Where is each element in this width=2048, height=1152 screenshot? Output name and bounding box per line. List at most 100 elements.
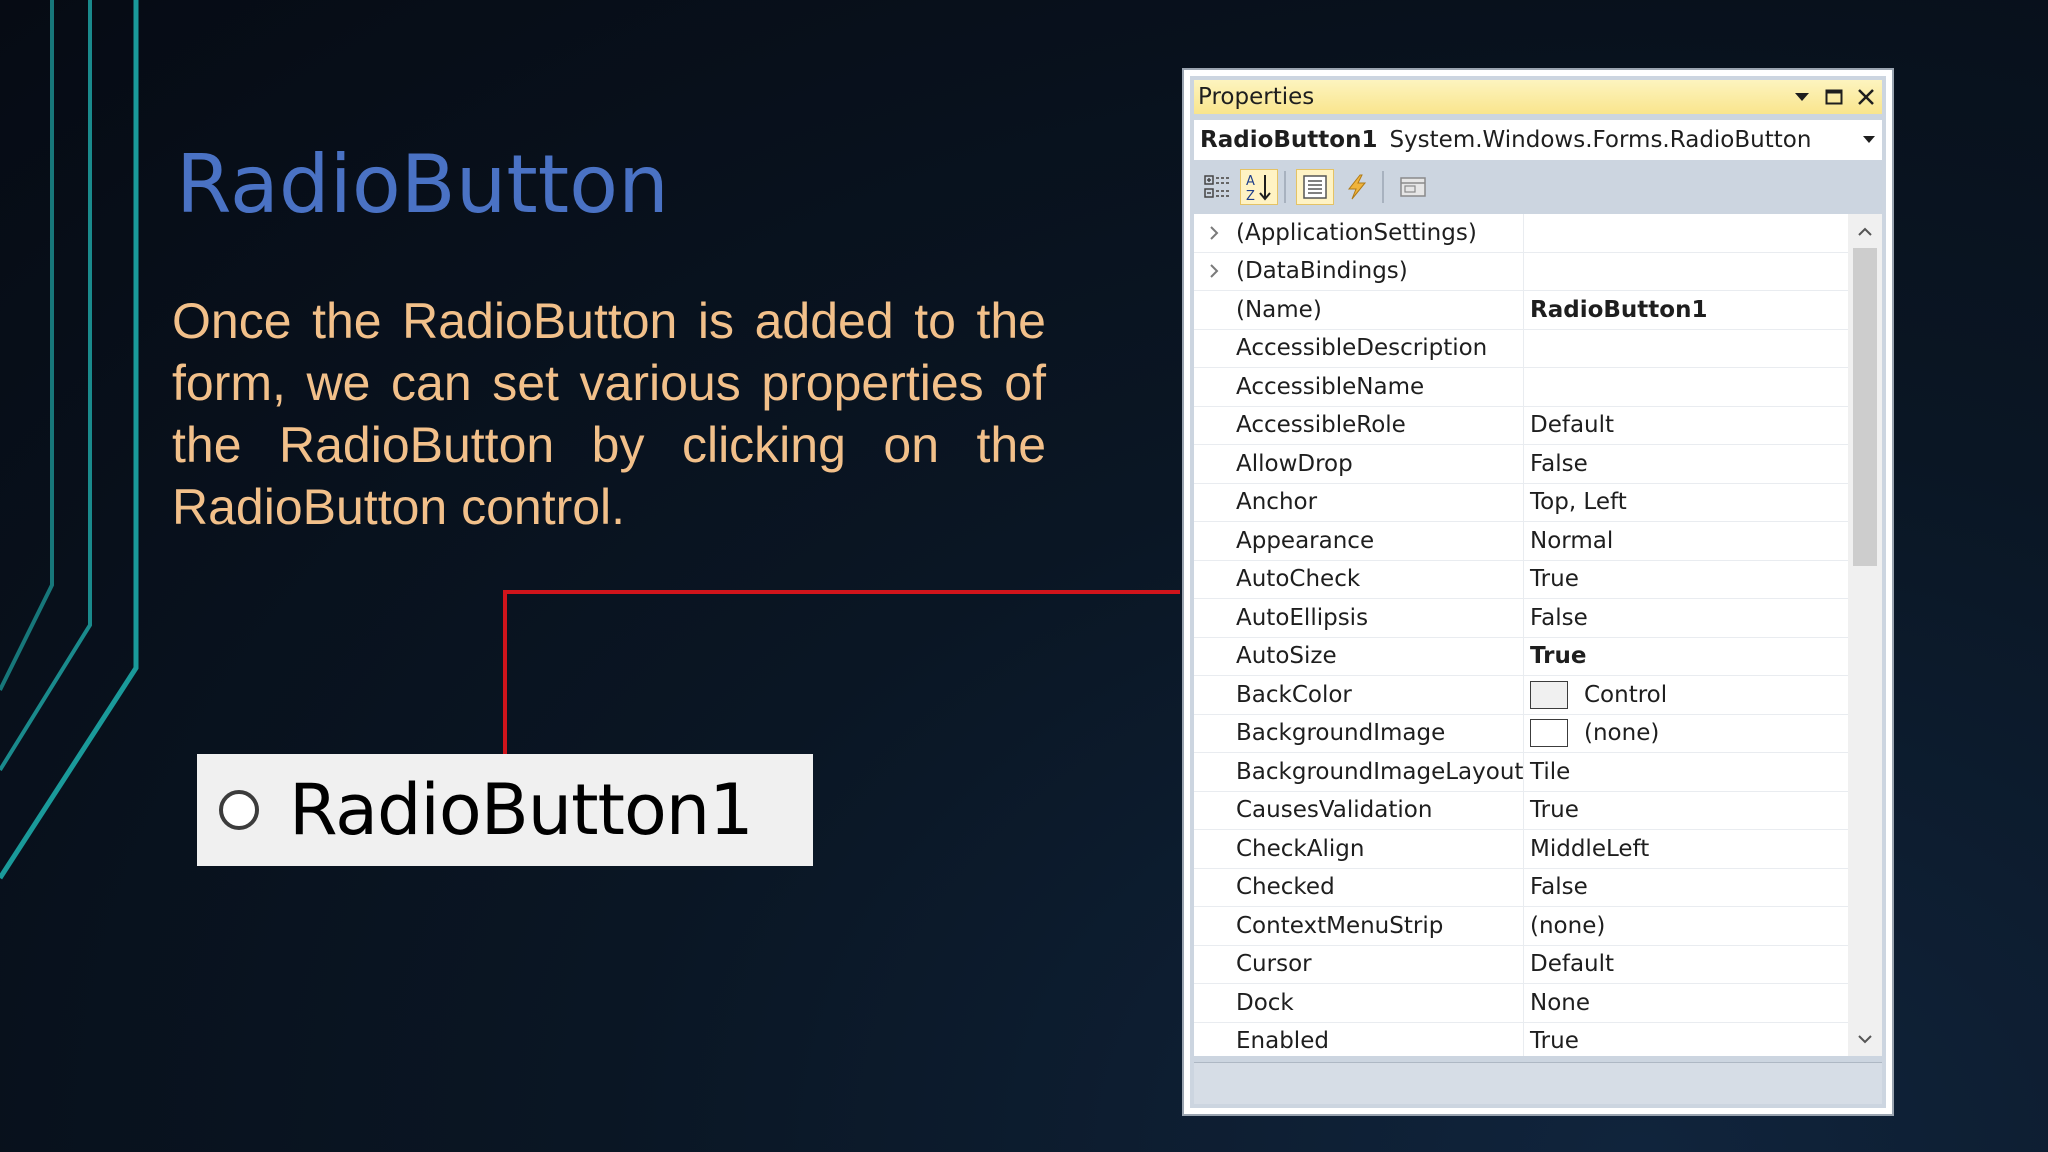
property-row[interactable]: Dock None bbox=[1194, 984, 1848, 1023]
scroll-down-icon[interactable] bbox=[1848, 1022, 1882, 1056]
property-name: AccessibleDescription bbox=[1234, 329, 1524, 367]
alphabetical-icon[interactable]: A Z bbox=[1240, 169, 1278, 205]
property-row[interactable]: CausesValidation True bbox=[1194, 791, 1848, 830]
property-value[interactable]: True bbox=[1524, 638, 1848, 676]
property-value[interactable]: Default bbox=[1524, 407, 1848, 445]
property-name: CheckAlign bbox=[1234, 830, 1524, 868]
property-value[interactable]: (none) bbox=[1524, 715, 1848, 753]
vertical-scrollbar[interactable] bbox=[1848, 214, 1882, 1056]
property-row[interactable]: BackgroundImageLayout Tile bbox=[1194, 753, 1848, 792]
property-row[interactable]: AllowDrop False bbox=[1194, 445, 1848, 484]
property-row[interactable]: CheckAlign MiddleLeft bbox=[1194, 830, 1848, 869]
radiobutton-preview[interactable]: RadioButton1 bbox=[197, 754, 813, 866]
property-value-text: MiddleLeft bbox=[1530, 835, 1650, 862]
properties-toolbar: A Z bbox=[1194, 166, 1882, 208]
properties-frame: Properties RadioButton1 System.Windows.F… bbox=[1190, 76, 1886, 1108]
property-value[interactable]: RadioButton1 bbox=[1524, 291, 1848, 329]
property-value-text: Default bbox=[1530, 412, 1615, 439]
property-grid: (ApplicationSettings) (DataBindings) (Name… bbox=[1194, 214, 1882, 1056]
color-swatch bbox=[1530, 719, 1568, 748]
property-row[interactable]: AccessibleRole Default bbox=[1194, 406, 1848, 445]
property-value[interactable]: Control bbox=[1524, 676, 1848, 714]
toolbar-separator bbox=[1284, 171, 1286, 203]
chevron-down-icon[interactable] bbox=[1856, 136, 1882, 144]
property-value-text: Normal bbox=[1530, 527, 1614, 554]
property-value[interactable] bbox=[1524, 368, 1848, 406]
property-name: ContextMenuStrip bbox=[1234, 907, 1524, 945]
property-row[interactable]: AutoSize True bbox=[1194, 637, 1848, 676]
property-value-text: False bbox=[1530, 874, 1588, 901]
property-value[interactable]: True bbox=[1524, 792, 1848, 830]
property-value[interactable]: MiddleLeft bbox=[1524, 830, 1848, 868]
property-value-text: Default bbox=[1530, 951, 1615, 978]
property-row[interactable]: AccessibleName bbox=[1194, 368, 1848, 407]
property-name: AllowDrop bbox=[1234, 445, 1524, 483]
property-value-text: True bbox=[1530, 1028, 1579, 1055]
property-value[interactable] bbox=[1524, 253, 1848, 291]
row-gutter bbox=[1194, 753, 1234, 791]
property-value[interactable] bbox=[1524, 214, 1848, 252]
property-name: AutoCheck bbox=[1234, 560, 1524, 598]
property-row[interactable]: (DataBindings) bbox=[1194, 252, 1848, 291]
property-value[interactable]: True bbox=[1524, 1023, 1848, 1057]
property-value[interactable]: False bbox=[1524, 599, 1848, 637]
property-row[interactable]: BackgroundImage (none) bbox=[1194, 714, 1848, 753]
expand-chevron-icon[interactable] bbox=[1194, 252, 1234, 290]
property-row[interactable]: AutoEllipsis False bbox=[1194, 599, 1848, 638]
row-gutter bbox=[1194, 945, 1234, 983]
property-value[interactable]: True bbox=[1524, 561, 1848, 599]
property-value-text: False bbox=[1530, 450, 1588, 477]
events-icon[interactable] bbox=[1338, 169, 1376, 205]
property-value[interactable]: False bbox=[1524, 445, 1848, 483]
property-value[interactable]: Top, Left bbox=[1524, 484, 1848, 522]
radiobutton-preview-label: RadioButton1 bbox=[289, 769, 754, 851]
radio-circle-icon[interactable] bbox=[219, 790, 259, 830]
close-icon[interactable] bbox=[1850, 81, 1882, 113]
properties-title: Properties bbox=[1198, 84, 1315, 110]
property-value-text: Control bbox=[1584, 681, 1668, 708]
property-row[interactable]: AutoCheck True bbox=[1194, 560, 1848, 599]
property-row[interactable]: BackColor Control bbox=[1194, 676, 1848, 715]
property-name: Cursor bbox=[1234, 945, 1524, 983]
row-gutter bbox=[1194, 830, 1234, 868]
property-row[interactable]: Checked False bbox=[1194, 868, 1848, 907]
row-gutter bbox=[1194, 406, 1234, 444]
property-value[interactable] bbox=[1524, 330, 1848, 368]
maximize-icon[interactable] bbox=[1818, 81, 1850, 113]
property-value[interactable]: Default bbox=[1524, 946, 1848, 984]
property-row[interactable]: AccessibleDescription bbox=[1194, 329, 1848, 368]
row-gutter bbox=[1194, 291, 1234, 329]
property-name: AccessibleRole bbox=[1234, 406, 1524, 444]
property-value-text: True bbox=[1530, 643, 1587, 670]
property-name: BackgroundImage bbox=[1234, 714, 1524, 752]
property-row[interactable]: ContextMenuStrip (none) bbox=[1194, 907, 1848, 946]
properties-icon[interactable] bbox=[1296, 169, 1334, 205]
property-row[interactable]: Appearance Normal bbox=[1194, 522, 1848, 561]
property-value[interactable]: Tile bbox=[1524, 753, 1848, 791]
row-gutter bbox=[1194, 1022, 1234, 1056]
description-pane bbox=[1194, 1062, 1882, 1104]
property-value-text: (none) bbox=[1530, 912, 1606, 939]
property-row[interactable]: Cursor Default bbox=[1194, 945, 1848, 984]
property-name: AutoSize bbox=[1234, 637, 1524, 675]
property-value[interactable]: (none) bbox=[1524, 907, 1848, 945]
property-value[interactable]: None bbox=[1524, 984, 1848, 1022]
property-name: AccessibleName bbox=[1234, 368, 1524, 406]
property-row[interactable]: (Name) RadioButton1 bbox=[1194, 291, 1848, 330]
scroll-up-icon[interactable] bbox=[1848, 214, 1882, 248]
property-value[interactable]: False bbox=[1524, 869, 1848, 907]
property-row[interactable]: (ApplicationSettings) bbox=[1194, 214, 1848, 253]
property-row[interactable]: Enabled True bbox=[1194, 1022, 1848, 1057]
expand-chevron-icon[interactable] bbox=[1194, 214, 1234, 252]
property-row[interactable]: Anchor Top, Left bbox=[1194, 483, 1848, 522]
property-name: Enabled bbox=[1234, 1022, 1524, 1056]
scrollbar-thumb[interactable] bbox=[1853, 248, 1877, 566]
property-value[interactable]: Normal bbox=[1524, 522, 1848, 560]
properties-titlebar: Properties bbox=[1194, 80, 1882, 114]
object-selector[interactable]: RadioButton1 System.Windows.Forms.RadioB… bbox=[1194, 120, 1882, 160]
categorized-icon[interactable] bbox=[1198, 169, 1236, 205]
property-value-text: Top, Left bbox=[1530, 489, 1627, 516]
property-value-text: True bbox=[1530, 566, 1579, 593]
window-position-dropdown-icon[interactable] bbox=[1786, 81, 1818, 113]
property-pages-icon[interactable] bbox=[1394, 169, 1432, 205]
